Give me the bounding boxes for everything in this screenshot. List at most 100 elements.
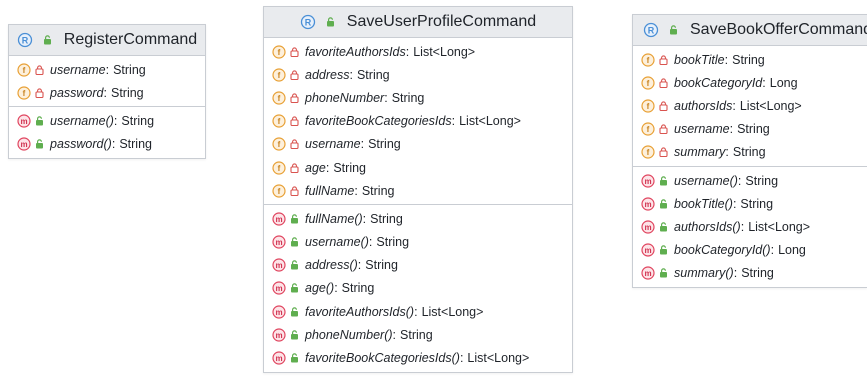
method-row[interactable]: m summary(): String: [633, 262, 867, 285]
public-icon: [290, 330, 299, 340]
colon-separator: :: [334, 281, 338, 296]
member-name: username: [50, 62, 106, 77]
method-row[interactable]: m username(): String: [633, 169, 867, 192]
class-header: R RegisterCommand: [9, 25, 205, 56]
class-card-register-command[interactable]: R RegisterCommand f username: String f pa…: [8, 24, 206, 159]
public-icon: [290, 353, 299, 363]
method-row[interactable]: m favoriteAuthorsIds(): List<Long>: [264, 300, 572, 323]
class-card-save-book-offer-command[interactable]: R SaveBookOfferCommand f bookTitle: Strin…: [632, 14, 867, 288]
member-name: phoneNumber: [305, 90, 385, 105]
svg-text:m: m: [644, 200, 651, 209]
field-row[interactable]: f bookTitle: String: [633, 48, 867, 71]
class-title: RegisterCommand: [63, 31, 198, 48]
colon-separator: :: [392, 327, 397, 342]
field-row[interactable]: f summary: String: [633, 141, 867, 164]
public-icon: [290, 260, 299, 270]
svg-text:R: R: [22, 35, 29, 45]
colon-separator: :: [325, 160, 330, 175]
fields-section: f favoriteAuthorsIds: List<Long> f addres…: [264, 38, 572, 206]
method-icon: m: [272, 328, 286, 342]
field-row[interactable]: f fullName: String: [264, 179, 572, 202]
field-row[interactable]: f favoriteBookCategoriesIds: List<Long>: [264, 110, 572, 133]
member-name: bookCategoryId: [674, 75, 763, 90]
public-icon: [35, 116, 44, 126]
private-lock-icon: [659, 124, 668, 135]
colon-separator: :: [724, 52, 729, 67]
method-row[interactable]: m phoneNumber(): String: [264, 323, 572, 346]
member-name: phoneNumber(): [305, 327, 393, 342]
colon-separator: :: [770, 243, 775, 258]
svg-text:m: m: [20, 140, 27, 149]
field-icon: f: [272, 184, 286, 198]
svg-text:f: f: [647, 125, 650, 134]
colon-separator: :: [732, 196, 737, 211]
field-row[interactable]: f bookCategoryId: Long: [633, 71, 867, 94]
svg-text:f: f: [647, 149, 650, 158]
field-row[interactable]: f address: String: [264, 63, 572, 86]
field-icon: f: [272, 91, 286, 105]
member-name: fullName(): [305, 211, 363, 226]
method-row[interactable]: m authorsIds(): List<Long>: [633, 215, 867, 238]
method-row[interactable]: m address(): String: [264, 254, 572, 277]
field-row[interactable]: f username: String: [264, 133, 572, 156]
svg-text:m: m: [275, 215, 282, 224]
member-type: String: [356, 67, 390, 82]
colon-separator: :: [405, 44, 410, 59]
svg-text:R: R: [305, 17, 312, 27]
member-type: String: [110, 85, 144, 100]
field-row[interactable]: f favoriteAuthorsIds: List<Long>: [264, 40, 572, 63]
private-lock-icon: [290, 139, 299, 150]
method-row[interactable]: m username(): String: [9, 109, 205, 132]
field-icon: f: [272, 114, 286, 128]
method-icon: m: [272, 258, 286, 272]
record-icon: R: [300, 14, 316, 30]
method-row[interactable]: m username(): String: [264, 231, 572, 254]
member-name: username(): [305, 235, 369, 250]
method-row[interactable]: m favoriteBookCategoriesIds(): List<Long>: [264, 346, 572, 369]
method-row[interactable]: m password(): String: [9, 133, 205, 156]
member-type: String: [376, 235, 410, 250]
svg-text:f: f: [647, 56, 650, 65]
public-icon: [659, 268, 668, 278]
field-row[interactable]: f age: String: [264, 156, 572, 179]
field-row[interactable]: f username: String: [9, 58, 205, 81]
method-row[interactable]: m bookTitle(): String: [633, 192, 867, 215]
public-icon: [669, 25, 678, 35]
field-icon: f: [272, 137, 286, 151]
field-icon: f: [272, 68, 286, 82]
member-type: String: [113, 62, 146, 77]
member-name: bookTitle(): [674, 196, 733, 211]
method-row[interactable]: m age(): String: [264, 277, 572, 300]
field-row[interactable]: f password: String: [9, 81, 205, 104]
colon-separator: :: [111, 137, 116, 152]
member-name: username: [305, 137, 361, 152]
svg-text:m: m: [275, 354, 282, 363]
private-lock-icon: [35, 88, 44, 98]
member-name: password(): [50, 137, 112, 152]
member-type: String: [333, 160, 366, 175]
field-row[interactable]: f username: String: [633, 118, 867, 141]
member-name: summary: [674, 145, 726, 160]
field-row[interactable]: f authorsIds: List<Long>: [633, 94, 867, 117]
svg-text:m: m: [644, 223, 651, 232]
colon-separator: :: [725, 145, 729, 160]
colon-separator: :: [740, 219, 745, 234]
public-icon: [35, 139, 44, 149]
class-card-save-user-profile-command[interactable]: R SaveUserProfileCommand f favoriteAutho…: [263, 6, 573, 373]
private-lock-icon: [290, 116, 299, 127]
colon-separator: :: [368, 235, 373, 250]
method-row[interactable]: m bookCategoryId(): Long: [633, 239, 867, 262]
svg-text:R: R: [648, 25, 655, 35]
svg-text:m: m: [275, 308, 282, 317]
member-name: bookCategoryId(): [674, 243, 771, 258]
member-type: List<Long>: [421, 304, 484, 319]
method-row[interactable]: m fullName(): String: [264, 207, 572, 230]
field-icon: f: [641, 52, 655, 67]
member-name: age(): [305, 281, 335, 296]
public-icon: [290, 237, 299, 247]
colon-separator: :: [349, 67, 353, 82]
member-name: favoriteAuthorsIds: [305, 44, 406, 59]
field-row[interactable]: f phoneNumber: String: [264, 86, 572, 109]
field-icon: f: [272, 44, 286, 59]
public-icon: [659, 199, 668, 209]
